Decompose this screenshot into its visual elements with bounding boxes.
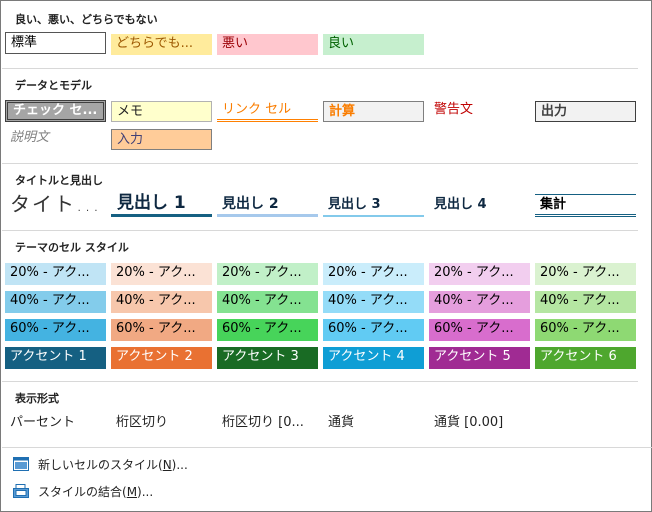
style-60-accent-2[interactable]: 60% - アク... (111, 319, 212, 341)
section-title-number-format: 表示形式 (15, 392, 59, 405)
style-20-accent-3[interactable]: 20% - アク... (217, 263, 318, 285)
style-input[interactable]: 入力 (111, 129, 212, 150)
style-40-accent-1[interactable]: 40% - アク... (5, 291, 106, 313)
style-heading-1[interactable]: 見出し 1 (111, 191, 212, 217)
style-note[interactable]: メモ (111, 101, 212, 122)
merge-styles-menu-item[interactable]: スタイルの結合(M)... (13, 481, 153, 501)
style-heading-3[interactable]: 見出し 3 (323, 195, 424, 217)
section-title-data-model: データとモデル (15, 79, 92, 92)
style-comma[interactable]: 桁区切り (111, 413, 212, 435)
style-20-accent-2[interactable]: 20% - アク... (111, 263, 212, 285)
style-check-cell[interactable]: チェック セ... (5, 100, 106, 122)
style-20-accent-6[interactable]: 20% - アク... (535, 263, 636, 285)
divider (2, 447, 652, 448)
new-style-icon (13, 457, 29, 471)
style-calculation[interactable]: 計算 (323, 101, 424, 122)
style-20-accent-4[interactable]: 20% - アク... (323, 263, 424, 285)
merge-styles-icon (13, 484, 29, 498)
style-accent-1[interactable]: アクセント 1 (5, 347, 106, 369)
style-40-accent-2[interactable]: 40% - アク... (111, 291, 212, 313)
style-accent-6[interactable]: アクセント 6 (535, 347, 636, 369)
style-20-accent-1[interactable]: 20% - アク... (5, 263, 106, 285)
section-title-good-bad-neutral: 良い、悪い、どちらでもない (15, 13, 158, 26)
style-accent-3[interactable]: アクセント 3 (217, 347, 318, 369)
style-60-accent-1[interactable]: 60% - アク... (5, 319, 106, 341)
section-title-theme-styles: テーマのセル スタイル (15, 241, 129, 254)
style-40-accent-5[interactable]: 40% - アク... (429, 291, 530, 313)
section-title-titles-headings: タイトルと見出し (15, 174, 103, 187)
style-heading-4[interactable]: 見出し 4 (429, 195, 530, 217)
merge-styles-label: スタイルの結合(M)... (38, 484, 154, 499)
style-currency-0[interactable]: 通貨 [0.00] (429, 413, 530, 435)
style-accent-4[interactable]: アクセント 4 (323, 347, 424, 369)
style-title[interactable]: タイト... (5, 191, 106, 217)
style-60-accent-3[interactable]: 60% - アク... (217, 319, 318, 341)
style-total[interactable]: 集計 (535, 194, 636, 217)
style-accent-5[interactable]: アクセント 5 (429, 347, 530, 369)
style-60-accent-4[interactable]: 60% - アク... (323, 319, 424, 341)
divider (2, 381, 638, 382)
style-percent[interactable]: パーセント (5, 413, 106, 435)
style-explanatory[interactable]: 説明文 (5, 128, 106, 150)
divider (2, 230, 638, 231)
style-40-accent-3[interactable]: 40% - アク... (217, 291, 318, 313)
style-bad[interactable]: 悪い (217, 34, 318, 55)
divider (2, 163, 638, 164)
style-neutral[interactable]: どちらでも... (111, 34, 212, 55)
style-linked-cell[interactable]: リンク セル (217, 100, 318, 122)
style-currency[interactable]: 通貨 (323, 413, 424, 435)
style-output[interactable]: 出力 (535, 101, 636, 122)
style-accent-2[interactable]: アクセント 2 (111, 347, 212, 369)
cell-styles-gallery: 良い、悪い、どちらでもない 標準 どちらでも... 悪い 良い データとモデル … (0, 0, 652, 512)
style-warning-text[interactable]: 警告文 (429, 100, 530, 122)
style-heading-2[interactable]: 見出し 2 (217, 193, 318, 217)
new-cell-style-label: 新しいセルのスタイル(N)... (38, 457, 188, 472)
style-60-accent-5[interactable]: 60% - アク... (429, 319, 530, 341)
style-good[interactable]: 良い (323, 34, 424, 55)
style-60-accent-6[interactable]: 60% - アク... (535, 319, 636, 341)
divider (2, 68, 638, 69)
style-20-accent-5[interactable]: 20% - アク... (429, 263, 530, 285)
style-40-accent-6[interactable]: 40% - アク... (535, 291, 636, 313)
style-comma-0[interactable]: 桁区切り [0... (217, 413, 318, 435)
style-40-accent-4[interactable]: 40% - アク... (323, 291, 424, 313)
new-cell-style-menu-item[interactable]: 新しいセルのスタイル(N)... (13, 454, 188, 474)
style-normal[interactable]: 標準 (5, 32, 106, 54)
